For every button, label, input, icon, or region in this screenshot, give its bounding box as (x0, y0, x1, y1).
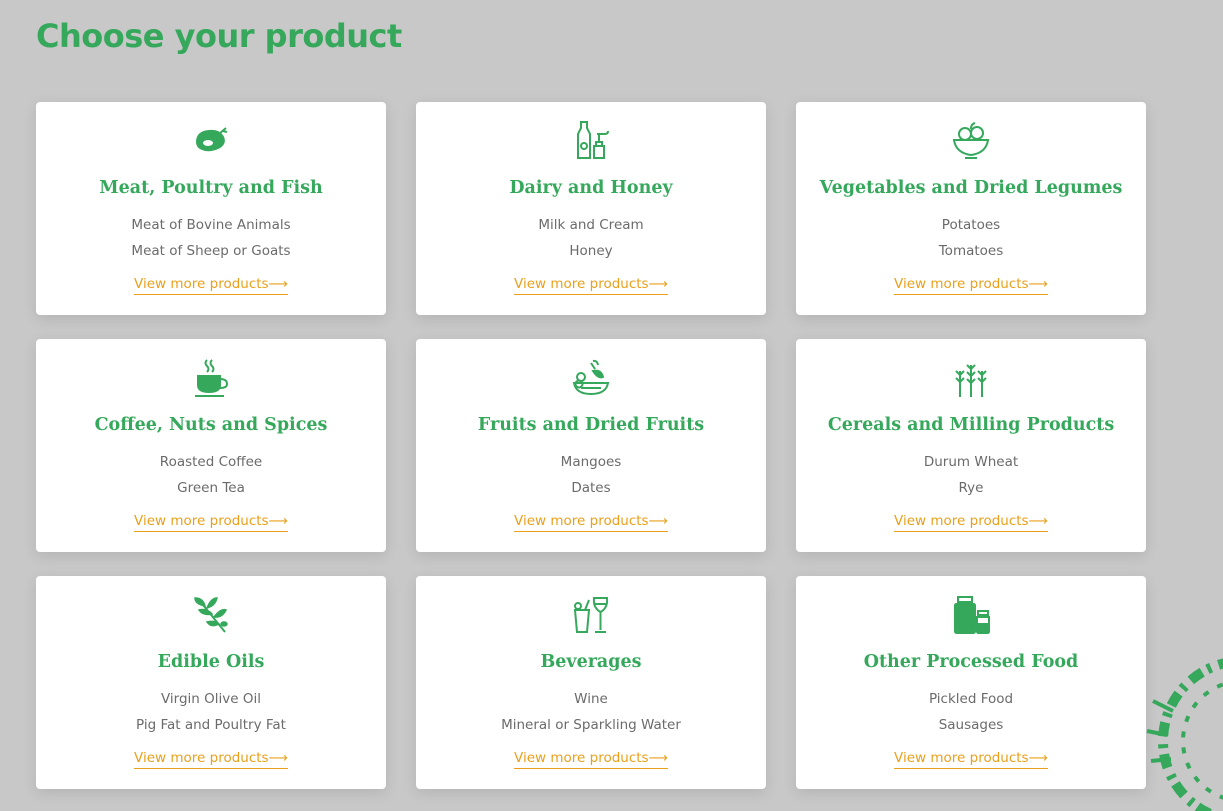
category-item: Pickled Food (928, 691, 1014, 707)
category-item: Meat of Bovine Animals (131, 217, 291, 233)
category-title: Beverages (540, 652, 642, 672)
category-title: Vegetables and Dried Legumes (819, 178, 1123, 198)
category-card-dairy: Dairy and Honey Milk and Cream Honey Vie… (416, 102, 766, 315)
fruit-basket-icon (571, 357, 611, 399)
category-item: Tomatoes (938, 243, 1004, 259)
category-item: Rye (958, 480, 984, 496)
drinks-icon (571, 594, 611, 636)
view-more-link[interactable]: View more products⟶ (514, 512, 668, 532)
category-card-oils: Edible Oils Virgin Olive Oil Pig Fat and… (36, 576, 386, 789)
category-title: Edible Oils (157, 652, 265, 672)
category-card-vegetables: Vegetables and Dried Legumes Potatoes To… (796, 102, 1146, 315)
view-more-link[interactable]: View more products⟶ (894, 512, 1048, 532)
dairy-honey-icon (571, 120, 611, 162)
category-card-fruits: Fruits and Dried Fruits Mangoes Dates Vi… (416, 339, 766, 552)
view-more-link[interactable]: View more products⟶ (894, 749, 1048, 769)
category-title: Cereals and Milling Products (827, 415, 1115, 435)
category-title: Other Processed Food (863, 652, 1079, 672)
salad-bowl-icon (951, 120, 991, 162)
category-item: Green Tea (177, 480, 245, 496)
category-item: Dates (571, 480, 611, 496)
wheat-icon (951, 357, 991, 399)
category-card-coffee: Coffee, Nuts and Spices Roasted Coffee G… (36, 339, 386, 552)
category-item: Honey (569, 243, 613, 259)
olive-branch-icon (191, 594, 231, 636)
view-more-link[interactable]: View more products⟶ (514, 749, 668, 769)
category-item: Wine (574, 691, 608, 707)
category-title: Fruits and Dried Fruits (477, 415, 705, 435)
view-more-link[interactable]: View more products⟶ (134, 512, 288, 532)
category-item: Meat of Sheep or Goats (131, 243, 291, 259)
category-item: Sausages (938, 717, 1004, 733)
category-item: Durum Wheat (923, 454, 1019, 470)
meat-icon (191, 120, 231, 162)
category-item: Mangoes (560, 454, 622, 470)
category-card-cereals: Cereals and Milling Products Durum Wheat… (796, 339, 1146, 552)
stamp-decoration (1146, 658, 1223, 811)
category-item: Virgin Olive Oil (160, 691, 261, 707)
category-item: Mineral or Sparkling Water (501, 717, 681, 733)
view-more-link[interactable]: View more products⟶ (134, 275, 288, 295)
category-card-beverages: Beverages Wine Mineral or Sparkling Wate… (416, 576, 766, 789)
category-title: Meat, Poultry and Fish (99, 178, 323, 198)
jars-icon (951, 594, 991, 636)
category-item: Milk and Cream (538, 217, 644, 233)
category-card-meat: Meat, Poultry and Fish Meat of Bovine An… (36, 102, 386, 315)
view-more-link[interactable]: View more products⟶ (894, 275, 1048, 295)
product-category-grid: Meat, Poultry and Fish Meat of Bovine An… (36, 102, 1146, 789)
category-item: Potatoes (941, 217, 1001, 233)
coffee-cup-icon (191, 357, 231, 399)
view-more-link[interactable]: View more products⟶ (514, 275, 668, 295)
category-item: Pig Fat and Poultry Fat (136, 717, 286, 733)
page-title: Choose your product (36, 17, 402, 55)
category-card-processed: Other Processed Food Pickled Food Sausag… (796, 576, 1146, 789)
category-title: Coffee, Nuts and Spices (94, 415, 328, 435)
view-more-link[interactable]: View more products⟶ (134, 749, 288, 769)
category-title: Dairy and Honey (509, 178, 673, 198)
category-item: Roasted Coffee (159, 454, 263, 470)
